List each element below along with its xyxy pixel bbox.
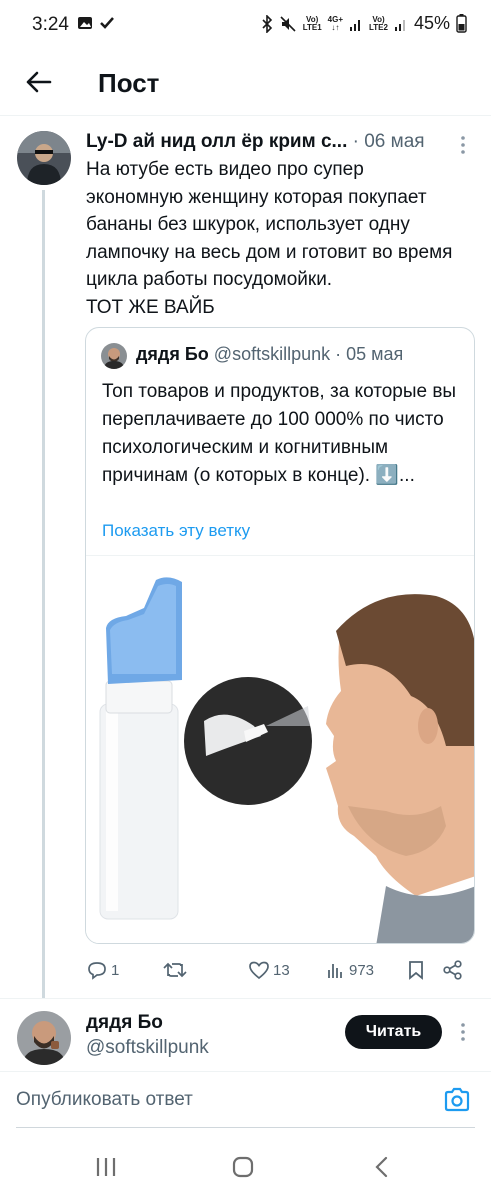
share-icon xyxy=(443,960,462,980)
reply-icon xyxy=(88,962,106,980)
bookmark-action[interactable] xyxy=(406,956,426,984)
spray-closeup-illustration xyxy=(184,677,312,805)
more-options-icon[interactable] xyxy=(460,135,466,155)
views-count: 973 xyxy=(349,961,375,979)
author-card-handle: @softskillpunk xyxy=(86,1037,209,1058)
post-author-name[interactable]: Ly-D ай нид олл ёр крим с... xyxy=(86,131,347,152)
post-author-avatar[interactable] xyxy=(17,131,71,185)
status-time: 3:24 xyxy=(32,14,69,35)
views-chart-icon xyxy=(328,964,342,978)
like-count: 13 xyxy=(273,961,290,979)
quote-author-name: дядя Бо xyxy=(136,344,209,364)
sim2-label: Vo) LTE2 xyxy=(369,14,388,32)
home-icon[interactable] xyxy=(231,1155,255,1179)
bluetooth-icon xyxy=(262,14,272,33)
page-title: Пост xyxy=(98,68,160,98)
reply-action[interactable]: 1 xyxy=(86,956,119,984)
quote-handle-date: @softskillpunk · 05 мая xyxy=(208,344,404,364)
check-icon xyxy=(100,17,114,29)
camera-icon[interactable] xyxy=(443,1087,471,1113)
quote-media-image[interactable] xyxy=(86,555,474,943)
status-right-icons: Vo) LTE1 4G+ ↓↑ Vo) LTE2 45% xyxy=(261,13,467,34)
repost-icon xyxy=(163,962,187,978)
share-action[interactable] xyxy=(442,956,464,984)
reply-composer: Опубликовать ответ xyxy=(0,1073,491,1129)
quote-author-avatar xyxy=(101,343,127,369)
network-type-label: 4G+ ↓↑ xyxy=(327,14,343,32)
signal-icon xyxy=(350,19,360,31)
reply-input-underline xyxy=(16,1127,475,1128)
signal-icon-2 xyxy=(394,19,405,31)
post-date: · 06 мая xyxy=(347,131,425,152)
follow-button[interactable]: Читать xyxy=(345,1015,442,1049)
back-nav-icon[interactable] xyxy=(370,1155,394,1179)
back-arrow-icon[interactable] xyxy=(24,68,52,96)
divider-2 xyxy=(0,1071,491,1072)
quoted-post-card[interactable]: дядя Бо @softskillpunk · 05 мая Топ това… xyxy=(85,327,475,944)
spray-bottle-illustration xyxy=(99,577,182,920)
status-bar: 3:24 Vo) LTE1 4G+ ↓↑ Vo) LTE2 45% xyxy=(0,0,491,52)
heart-icon xyxy=(249,961,269,980)
reply-input[interactable]: Опубликовать ответ xyxy=(16,1089,193,1111)
author-more-options-icon[interactable] xyxy=(460,1022,466,1042)
post-text: На ютубе есть видео про супер экономную … xyxy=(86,159,453,318)
post-action-bar: 1 13 973 xyxy=(86,956,476,984)
status-notification-icons xyxy=(77,15,115,31)
recent-apps-icon[interactable] xyxy=(94,1155,118,1179)
quote-header: дядя Бо @softskillpunk · 05 мая xyxy=(136,344,403,365)
mute-icon xyxy=(280,15,296,32)
like-action[interactable]: 13 xyxy=(248,956,290,984)
gallery-icon xyxy=(78,17,92,29)
system-navigation-bar xyxy=(0,1135,491,1200)
reply-count: 1 xyxy=(111,961,120,979)
top-app-bar: Пост xyxy=(0,52,491,116)
battery-percent: 45% xyxy=(413,13,450,33)
quote-text: Топ товаров и продуктов, за которые вы п… xyxy=(102,381,457,486)
divider xyxy=(0,998,491,999)
author-card-name[interactable]: дядя Бо xyxy=(86,1012,163,1034)
repost-action[interactable] xyxy=(162,956,188,984)
man-profile-illustration xyxy=(326,594,474,943)
bookmark-icon xyxy=(409,961,423,980)
thread-connector-line xyxy=(42,190,45,998)
sim1-label: Vo) LTE1 xyxy=(302,14,322,32)
quote-author-avatar-large[interactable] xyxy=(17,1011,71,1065)
views-action[interactable]: 973 xyxy=(326,956,374,984)
show-thread-link[interactable]: Показать эту ветку xyxy=(102,521,250,541)
post-header: Ly-D ай нид олл ёр крим с... · 06 мая xyxy=(86,131,436,155)
battery-icon xyxy=(456,14,467,33)
